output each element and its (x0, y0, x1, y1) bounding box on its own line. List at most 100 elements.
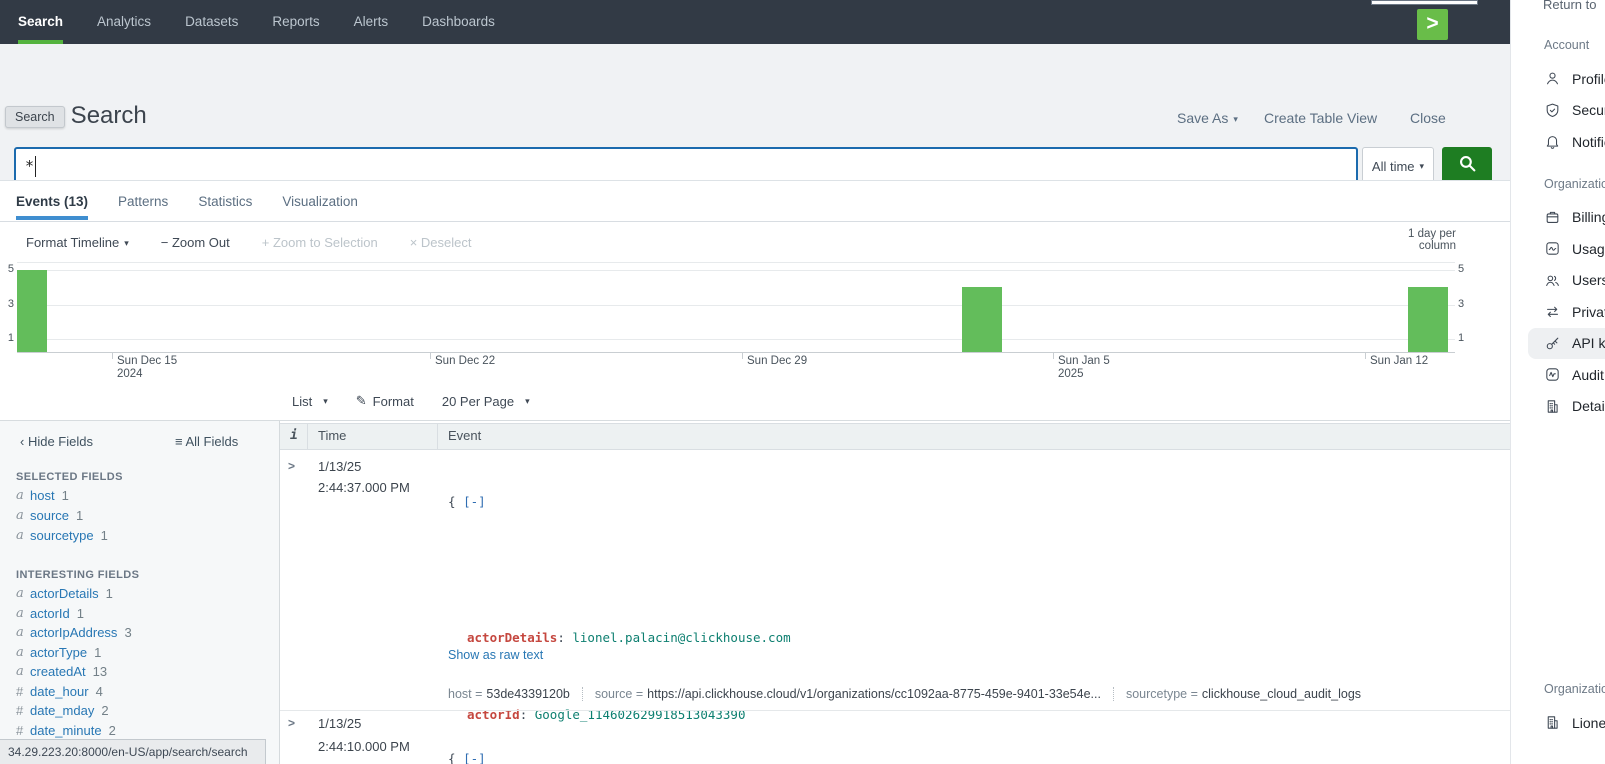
deselect-button[interactable]: × Deselect (410, 235, 472, 250)
field-item[interactable]: a host 1 (16, 485, 271, 505)
text-caret (35, 156, 36, 177)
grid-line (17, 270, 1455, 271)
format-button[interactable]: ✎Format (356, 393, 414, 409)
meta-value: clickhouse_cloud_audit_logs (1202, 687, 1361, 701)
nav-item-reports[interactable]: Reports (272, 0, 319, 44)
view-type-dropdown[interactable]: List (292, 394, 328, 409)
nav-item-search[interactable]: Search (18, 0, 63, 44)
field-item[interactable]: # date_hour 4 (16, 682, 271, 702)
x-axis-label: Sun Dec 15 (117, 355, 177, 367)
timeline-bar[interactable] (962, 287, 1002, 352)
event-date: 1/13/25 (318, 716, 361, 731)
grid-line (17, 339, 1455, 340)
tab-visualization[interactable]: Visualization (282, 181, 358, 222)
nav-item-datasets[interactable]: Datasets (185, 0, 238, 44)
event-meta-row: host53de4339120b source https://api.click… (448, 687, 1361, 701)
pencil-icon: ✎ (356, 393, 367, 409)
collapse-toggle[interactable]: [-] (463, 751, 486, 764)
panel-item-private-endpoints[interactable]: Private Endpoints (1528, 296, 1605, 328)
field-item[interactable]: a actorDetails 1 (16, 584, 271, 604)
field-item[interactable]: a source 1 (16, 505, 271, 525)
all-fields-button[interactable]: ≡ All Fields (175, 434, 238, 449)
field-item[interactable]: a actorId 1 (16, 604, 271, 624)
json-key[interactable]: actorDetails (467, 630, 557, 645)
hide-fields-button[interactable]: ‹ Hide Fields (20, 434, 93, 449)
format-timeline-button[interactable]: Format Timeline (26, 235, 129, 250)
return-to-link[interactable]: Return to (1543, 0, 1596, 12)
panel-item-details[interactable]: Details (1528, 391, 1605, 423)
panel-item-organization-lionel[interactable]: Lionel (1528, 707, 1605, 739)
menu-item-label: Private Endpoints (1572, 304, 1605, 320)
field-item[interactable]: # date_minute 2 (16, 721, 271, 741)
tab-statistics[interactable]: Statistics (198, 181, 252, 222)
close-button[interactable]: Close (1410, 110, 1446, 126)
field-item[interactable]: a actorIpAddress 3 (16, 623, 271, 643)
column-divider (437, 424, 438, 449)
nav-item-alerts[interactable]: Alerts (354, 0, 389, 44)
menu-item-icon (1544, 240, 1561, 257)
column-divider (307, 424, 308, 449)
panel-item-audit[interactable]: Audit (1528, 359, 1605, 391)
meta-value: https://api.clickhouse.cloud/v1/organiza… (647, 687, 1101, 701)
event-meta-field[interactable]: source https://api.clickhouse.cloud/v1/or… (582, 687, 1101, 701)
panel-item-billing[interactable]: Billing (1528, 202, 1605, 234)
column-header-info: i (290, 428, 298, 443)
field-count: 13 (93, 664, 107, 679)
zoom-to-selection-button[interactable]: + Zoom to Selection (262, 235, 378, 250)
x-axis-tick (742, 352, 743, 359)
event-expander[interactable]: > (288, 459, 295, 473)
panel-item-users[interactable]: Users (1528, 265, 1605, 297)
create-table-view-button[interactable]: Create Table View (1264, 110, 1377, 126)
search-tooltip: Search (5, 106, 65, 128)
panel-item-profile[interactable]: Profile (1528, 63, 1605, 95)
x-axis-tick (1365, 352, 1366, 359)
selected-fields-title: SELECTED FIELDS (16, 471, 123, 483)
field-item[interactable]: a actorType 1 (16, 643, 271, 663)
menu-item-label: Notifications (1572, 134, 1605, 150)
field-name: source (30, 508, 69, 523)
show-raw-text-link[interactable]: Show as raw text (448, 648, 543, 662)
field-type-prefix: a (16, 528, 30, 543)
field-item[interactable]: a createdAt 13 (16, 662, 271, 682)
meta-key: source (595, 687, 643, 701)
account-section-title: Account (1544, 38, 1605, 52)
menu-item-icon (1544, 209, 1561, 226)
events-table-header: i Time Event (280, 423, 1510, 450)
menu-item-icon (1544, 303, 1561, 320)
tab-patterns[interactable]: Patterns (118, 181, 168, 222)
json-value[interactable]: lionel.palacin@clickhouse.com (572, 630, 790, 645)
panel-item-security[interactable]: Security (1528, 95, 1605, 127)
event-expander[interactable]: > (288, 716, 295, 730)
panel-item-notifications[interactable]: Notifications (1528, 126, 1605, 158)
per-page-dropdown[interactable]: 20 Per Page (442, 394, 530, 409)
collapse-toggle[interactable]: [-] (463, 494, 486, 509)
nav-item-analytics[interactable]: Analytics (97, 0, 151, 44)
event-meta-field[interactable]: host53de4339120b (448, 687, 570, 701)
timeline-bar[interactable] (17, 270, 47, 352)
field-type-prefix: a (16, 625, 30, 640)
tab-events[interactable]: Events (13) (16, 181, 88, 222)
menu-item-icon (1544, 133, 1561, 150)
y-axis-label: 3 (1458, 298, 1470, 310)
timeline-bar[interactable] (1408, 287, 1448, 352)
meta-key: sourcetype (1126, 687, 1198, 701)
splunk-logo-icon[interactable]: > (1417, 9, 1448, 40)
save-as-button[interactable]: Save As (1177, 110, 1238, 126)
field-item[interactable]: # date_mday 2 (16, 701, 271, 721)
search-query-text: * (25, 157, 34, 175)
panel-item-api-keys[interactable]: API keys (1528, 328, 1605, 360)
timeline-scale-note: 1 day per column (1368, 228, 1456, 252)
splunk-window: Search Analytics Datasets Reports Alerts (0, 0, 1510, 764)
panel-item-usage[interactable]: Usage (1528, 233, 1605, 265)
timeline-toolbar: Format Timeline − Zoom Out + Zoom to Sel… (26, 222, 472, 262)
field-name: actorType (30, 645, 87, 660)
json-open-line: { [-] (448, 749, 791, 764)
field-count: 1 (62, 488, 69, 503)
zoom-out-button[interactable]: − Zoom Out (161, 235, 230, 250)
field-count: 4 (96, 684, 103, 699)
meta-key: host (448, 687, 482, 701)
field-item[interactable]: a sourcetype 1 (16, 525, 271, 545)
nav-item-dashboards[interactable]: Dashboards (422, 0, 495, 44)
event-date: 1/13/25 (318, 459, 361, 474)
event-meta-field[interactable]: sourcetype clickhouse_cloud_audit_logs (1113, 687, 1361, 701)
